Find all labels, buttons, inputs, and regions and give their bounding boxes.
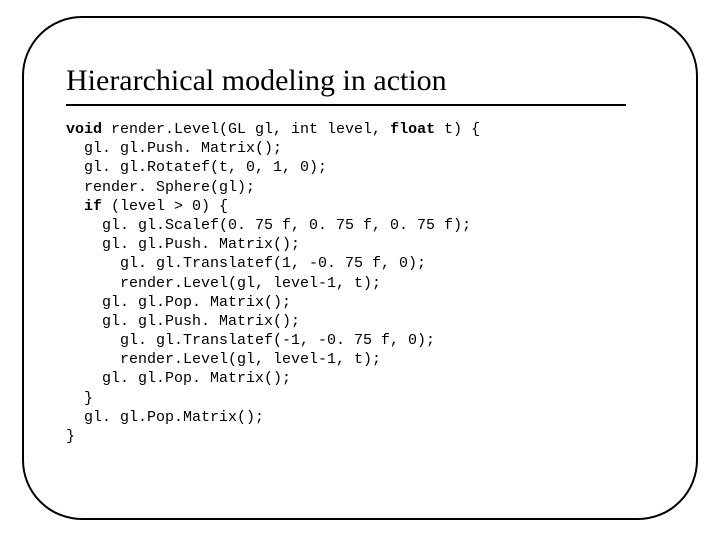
code-line: gl. gl.Pop. Matrix(); bbox=[66, 294, 291, 311]
code-line: gl. gl.Translatef(1, -0. 75 f, 0); bbox=[66, 255, 426, 272]
code-text: t) { bbox=[435, 121, 480, 138]
code-line: gl. gl.Rotatef(t, 0, 1, 0); bbox=[66, 159, 327, 176]
code-line: } bbox=[66, 390, 93, 407]
code-line: gl. gl.Scalef(0. 75 f, 0. 75 f, 0. 75 f)… bbox=[66, 217, 471, 234]
kw-void: void bbox=[66, 121, 102, 138]
code-line: gl. gl.Push. Matrix(); bbox=[66, 313, 300, 330]
slide: Hierarchical modeling in action void ren… bbox=[0, 0, 720, 540]
code-line: render.Level(gl, level-1, t); bbox=[66, 351, 381, 368]
code-line: gl. gl.Push. Matrix(); bbox=[66, 140, 282, 157]
slide-title: Hierarchical modeling in action bbox=[66, 64, 682, 98]
code-line: render. Sphere(gl); bbox=[66, 179, 255, 196]
kw-if: if bbox=[84, 198, 102, 215]
code-block: void render.Level(GL gl, int level, floa… bbox=[66, 120, 682, 446]
code-line: gl. gl.Pop.Matrix(); bbox=[66, 409, 264, 426]
code-line: gl. gl.Pop. Matrix(); bbox=[66, 370, 291, 387]
code-line: gl. gl.Translatef(-1, -0. 75 f, 0); bbox=[66, 332, 435, 349]
code-text: render.Level(GL gl, int level, bbox=[102, 121, 390, 138]
code-line: gl. gl.Push. Matrix(); bbox=[66, 236, 300, 253]
code-text: (level > 0) { bbox=[102, 198, 228, 215]
code-line: } bbox=[66, 428, 75, 445]
kw-float: float bbox=[390, 121, 435, 138]
title-underline bbox=[66, 104, 626, 106]
code-line: render.Level(gl, level-1, t); bbox=[66, 275, 381, 292]
code-text bbox=[66, 198, 84, 215]
